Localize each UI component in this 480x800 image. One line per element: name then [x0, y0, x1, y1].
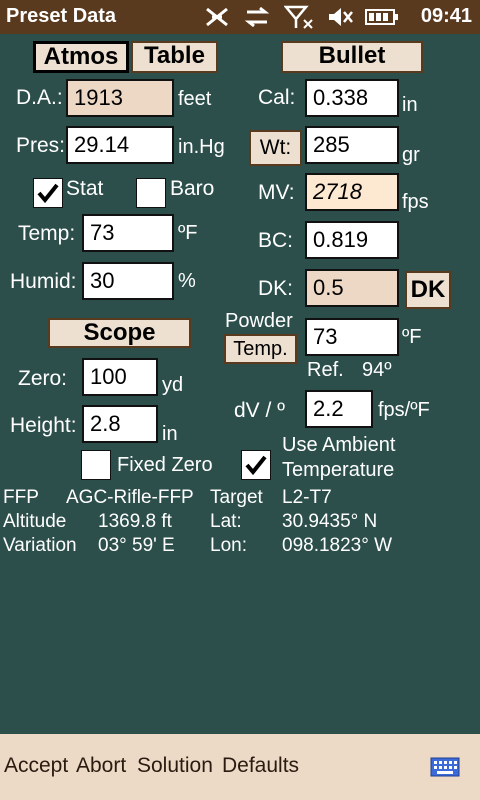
use-ambient-label-line2: Temperature — [282, 459, 395, 481]
ref-value: 94º — [362, 359, 392, 381]
zero-label: Zero: — [18, 367, 68, 390]
info-target-label: Target — [210, 487, 263, 508]
cal-field[interactable]: 0.338 — [305, 79, 399, 117]
clock: 09:41 — [420, 5, 472, 27]
powder-temp-field[interactable]: 73 — [305, 318, 399, 356]
battery-icon[interactable] — [364, 5, 400, 29]
use-ambient-label-line1: Use Ambient — [282, 434, 396, 456]
stat-checkbox[interactable] — [33, 178, 63, 208]
stat-label: Stat — [66, 177, 104, 200]
fixed-zero-checkbox[interactable] — [81, 450, 111, 480]
fixed-zero-label: Fixed Zero — [117, 454, 213, 476]
app-title: Preset Data — [6, 5, 117, 27]
mv-field[interactable]: 2718 — [305, 173, 399, 211]
temp-label: Temp: — [18, 222, 76, 245]
humid-label: Humid: — [10, 270, 77, 293]
menu-bar: Accept Abort Solution Defaults — [0, 734, 480, 800]
wt-field[interactable]: 285 — [305, 126, 399, 164]
accept-menu-item[interactable]: Accept — [4, 754, 68, 778]
info-altitude-label: Altitude — [3, 511, 67, 532]
da-label: D.A.: — [16, 86, 63, 109]
powder-temp-button[interactable]: Temp. — [224, 334, 297, 364]
powder-label: Powder — [225, 310, 293, 332]
volume-mute-icon[interactable] — [324, 5, 358, 29]
info-lon-value: 098.1823° W — [282, 535, 393, 556]
sync-off-icon[interactable] — [200, 5, 234, 29]
dv-label: dV / º — [234, 399, 285, 422]
checkmark-icon — [245, 455, 267, 476]
dv-unit: fps/ºF — [378, 399, 430, 421]
tab-table[interactable]: Table — [131, 41, 218, 73]
dk-button[interactable]: DK — [405, 271, 451, 309]
da-field: 1913 — [66, 79, 174, 117]
dk-label: DK: — [258, 277, 294, 300]
info-lat-label: Lat: — [210, 511, 242, 532]
status-bar: Preset Data 09:41 — [0, 0, 480, 34]
solution-menu-item[interactable]: Solution — [137, 754, 213, 778]
bc-label: BC: — [258, 229, 294, 252]
ref-label: Ref. — [307, 359, 344, 381]
zero-field[interactable]: 100 — [82, 358, 158, 396]
info-lon-label: Lon: — [210, 535, 247, 556]
info-reticle-label: FFP — [3, 487, 39, 508]
use-ambient-checkbox[interactable] — [241, 450, 271, 480]
humid-field[interactable]: 30 — [82, 262, 174, 300]
scope-header-button[interactable]: Scope — [48, 318, 191, 348]
wt-button[interactable]: Wt: — [249, 130, 302, 166]
pres-unit: in.Hg — [178, 136, 225, 158]
signal-off-icon[interactable] — [282, 5, 316, 29]
height-label: Height: — [10, 414, 77, 437]
humid-unit: % — [178, 270, 196, 292]
baro-checkbox[interactable] — [136, 178, 166, 208]
mv-unit: fps — [402, 191, 429, 213]
defaults-menu-item[interactable]: Defaults — [222, 754, 299, 778]
mv-label: MV: — [258, 181, 295, 204]
temp-unit: ºF — [178, 222, 198, 244]
info-variation-value: 03° 59' E — [98, 535, 175, 556]
dv-field[interactable]: 2.2 — [305, 390, 373, 428]
cal-label: Cal: — [258, 86, 296, 109]
checkmark-icon — [37, 183, 59, 204]
height-unit: in — [162, 423, 178, 445]
pres-field[interactable]: 29.14 — [66, 126, 174, 164]
powder-temp-unit: ºF — [402, 326, 422, 348]
keyboard-icon[interactable] — [430, 754, 460, 778]
cal-unit: in — [402, 94, 418, 116]
pres-label: Pres: — [16, 134, 66, 157]
height-field[interactable]: 2.8 — [82, 405, 158, 443]
zero-unit: yd — [162, 374, 184, 396]
tab-atmos[interactable]: Atmos — [33, 41, 129, 73]
dk-field: 0.5 — [305, 269, 399, 307]
wt-unit: gr — [402, 144, 420, 166]
abort-menu-item[interactable]: Abort — [76, 754, 126, 778]
baro-label: Baro — [170, 177, 215, 200]
info-altitude-value: 1369.8 ft — [98, 511, 172, 532]
info-reticle-value: AGC-Rifle-FFP — [66, 487, 194, 508]
bullet-header-button[interactable]: Bullet — [281, 41, 423, 73]
info-variation-label: Variation — [3, 535, 77, 556]
transfer-icon[interactable] — [240, 5, 274, 29]
info-lat-value: 30.9435° N — [282, 511, 378, 532]
temp-field[interactable]: 73 — [82, 214, 174, 252]
bc-field[interactable]: 0.819 — [305, 221, 399, 259]
da-unit: feet — [178, 88, 212, 110]
info-target-value: L2-T7 — [282, 487, 332, 508]
